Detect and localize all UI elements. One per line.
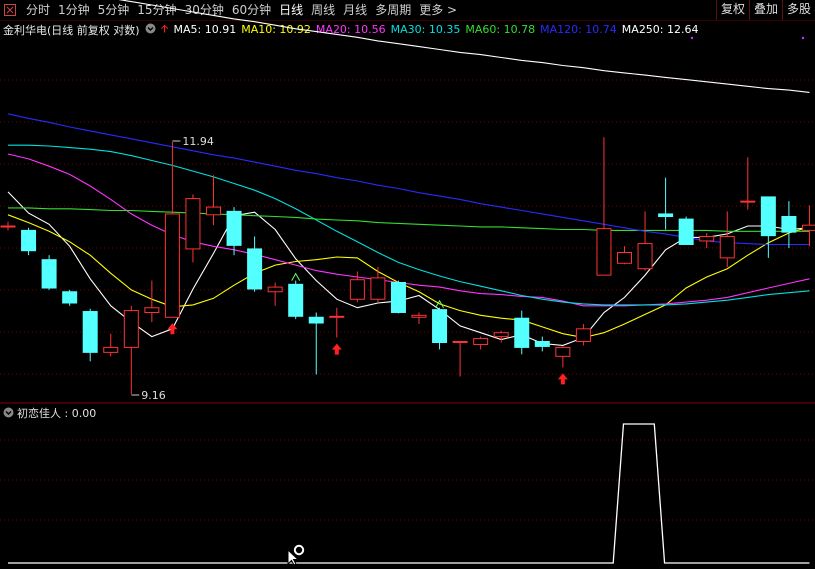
candle-body-32 bbox=[658, 213, 674, 218]
candle-body-37 bbox=[760, 196, 776, 237]
edge-marker-0 bbox=[690, 36, 694, 40]
candle-body-23 bbox=[473, 338, 489, 345]
ma-line-MA250 bbox=[118, 0, 810, 93]
candle-body-3 bbox=[62, 291, 78, 304]
candle-body-15 bbox=[308, 316, 324, 324]
candle-body-39 bbox=[801, 224, 815, 231]
candle-body-16 bbox=[329, 315, 345, 318]
candle-body-35 bbox=[719, 236, 735, 259]
candle-body-4 bbox=[82, 311, 98, 353]
candle-body-34 bbox=[699, 236, 715, 242]
kline-chart[interactable]: 11.94 9.16 bbox=[0, 0, 815, 566]
candle-body-11 bbox=[226, 210, 242, 246]
candle-body-8 bbox=[164, 213, 180, 318]
candle-body-6 bbox=[123, 310, 139, 348]
candle-body-25 bbox=[514, 317, 530, 348]
annotation-label-1: 9.16 bbox=[141, 389, 166, 402]
candle-body-20 bbox=[411, 314, 427, 318]
candle-body-28 bbox=[575, 328, 591, 343]
candle-body-18 bbox=[370, 277, 386, 300]
candle-body-30 bbox=[617, 251, 632, 264]
candle-body-31 bbox=[637, 243, 653, 270]
candle-body-26 bbox=[534, 341, 550, 347]
candle-body-13 bbox=[267, 286, 283, 293]
buy-signal-arrow-0 bbox=[167, 323, 178, 335]
candle-body-36 bbox=[740, 200, 756, 203]
buy-signal-arrow-1 bbox=[331, 343, 342, 355]
candle-body-24 bbox=[493, 332, 509, 338]
candle-body-21 bbox=[432, 309, 448, 343]
candle-body-14 bbox=[288, 283, 304, 317]
candle-body-0 bbox=[0, 225, 16, 228]
candle-body-10 bbox=[206, 206, 221, 216]
candle-body-29 bbox=[596, 228, 612, 276]
candle-body-1 bbox=[21, 229, 37, 252]
candle-body-2 bbox=[41, 259, 57, 289]
candle-body-19 bbox=[390, 281, 406, 313]
mouse-cursor-icon bbox=[286, 544, 308, 569]
candle-body-38 bbox=[781, 216, 797, 233]
candle-body-9 bbox=[185, 198, 201, 250]
candle-body-5 bbox=[103, 346, 119, 353]
candle-body-33 bbox=[678, 218, 694, 245]
candle-body-27 bbox=[555, 346, 571, 357]
candle-body-17 bbox=[349, 279, 365, 300]
edge-marker-1 bbox=[801, 36, 805, 40]
candle-body-7 bbox=[144, 307, 160, 313]
candle-body-22 bbox=[452, 341, 468, 344]
buy-signal-arrow-2 bbox=[557, 373, 568, 385]
indicator-line bbox=[8, 423, 810, 564]
candle-body-12 bbox=[247, 248, 263, 290]
triangle-marker-0 bbox=[291, 272, 301, 281]
annotation-label-0: 11.94 bbox=[182, 135, 214, 148]
